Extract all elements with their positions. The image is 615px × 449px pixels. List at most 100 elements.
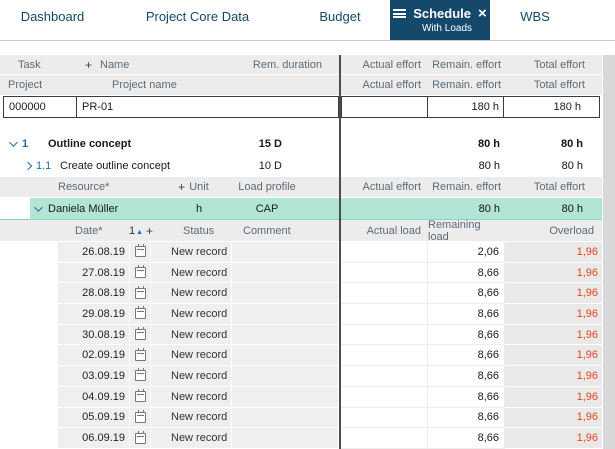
calendar-cell[interactable] [130,324,151,346]
calendar-cell[interactable] [130,242,151,263]
task-total-effort[interactable]: 80 h [505,155,602,177]
calendar-cell[interactable] [130,366,151,387]
task-remain-effort[interactable]: 80 h [428,133,505,155]
actual-load-cell[interactable] [341,324,428,346]
date-cell[interactable]: 26.08.19 [58,242,130,263]
project-remain-effort-field[interactable]: 180 h [427,96,504,118]
date-cell[interactable]: 02.09.19 [58,345,130,367]
actual-load-cell[interactable] [341,366,428,387]
remaining-load-cell[interactable]: 8,66 [428,366,505,387]
actual-load-cell[interactable] [341,428,428,449]
column-header-resource: Resource* [58,181,110,193]
chevron-down-icon[interactable] [9,138,18,147]
add-task-button[interactable]: + [85,58,92,72]
column-header-rem-duration: Rem. duration [252,58,322,71]
calendar-icon[interactable] [134,244,146,258]
tab-wbs[interactable]: WBS [490,0,580,40]
actual-load-cell[interactable] [341,304,428,325]
add-load-row-button[interactable]: + [146,224,153,238]
project-total-effort-field[interactable]: 180 h [503,96,600,118]
comment-cell[interactable] [232,407,339,429]
resource-remain-effort[interactable]: 80 h [428,198,505,219]
date-cell[interactable]: 05.09.19 [58,407,130,429]
remaining-load-cell[interactable]: 8,66 [428,324,505,346]
comment-cell[interactable] [232,428,339,449]
comment-cell[interactable] [232,283,339,305]
section-divider [339,55,341,449]
calendar-cell[interactable] [130,345,151,367]
resource-total-effort[interactable]: 80 h [505,198,602,219]
date-cell[interactable]: 04.09.19 [58,386,130,408]
add-resource-button[interactable]: + [178,180,185,194]
comment-cell[interactable] [232,324,339,346]
sort-asc-icon: ▲ [136,228,144,236]
comment-cell[interactable] [232,366,339,387]
task-number: 1 [22,138,29,150]
task-row[interactable]: 1 Outline concept 15 D 80 h 80 h [0,133,602,155]
calendar-icon[interactable] [134,389,146,403]
project-id-field[interactable]: 000000 [3,96,77,118]
calendar-icon[interactable] [134,368,146,382]
actual-load-cell[interactable] [341,407,428,429]
resource-actual-effort[interactable] [341,198,428,219]
calendar-icon[interactable] [134,327,146,341]
tab-schedule[interactable]: Schedule × With Loads [390,0,490,40]
close-icon[interactable]: × [478,6,487,21]
calendar-icon[interactable] [134,306,146,320]
vertical-scrollbar[interactable] [602,55,615,449]
overload-cell: 1,96 [505,407,602,429]
calendar-cell[interactable] [130,304,151,325]
date-cell[interactable]: 30.08.19 [58,324,130,346]
calendar-cell[interactable] [130,262,151,284]
remaining-load-cell[interactable]: 8,66 [428,428,505,449]
comment-cell[interactable] [232,242,339,263]
calendar-cell[interactable] [130,386,151,408]
calendar-icon[interactable] [134,265,146,279]
calendar-cell[interactable] [130,428,151,449]
date-cell[interactable]: 03.09.19 [58,366,130,387]
remaining-load-cell[interactable]: 8,66 [428,283,505,305]
comment-cell[interactable] [232,262,339,284]
remaining-load-cell[interactable]: 2,06 [428,242,505,263]
resource-row[interactable]: Daniela Müller h CAP 80 h 80 h [0,198,602,220]
sort-indicator[interactable]: 1▲ [129,225,143,237]
task-actual-effort[interactable] [341,155,428,177]
actual-load-cell[interactable] [341,386,428,408]
task-remain-effort[interactable]: 80 h [428,155,505,177]
project-name-field[interactable]: PR-01 [76,96,339,118]
remaining-load-cell[interactable]: 8,66 [428,304,505,325]
overload-cell: 1,96 [505,386,602,408]
task-actual-effort[interactable] [341,133,428,155]
comment-cell[interactable] [232,386,339,408]
tab-budget[interactable]: Budget [290,0,390,40]
date-cell[interactable]: 28.08.19 [58,283,130,305]
actual-load-cell[interactable] [341,242,428,263]
remaining-load-cell[interactable]: 8,66 [428,345,505,367]
calendar-icon[interactable] [134,347,146,361]
calendar-icon[interactable] [134,285,146,299]
tab-dashboard[interactable]: Dashboard [0,0,105,40]
comment-cell[interactable] [232,304,339,325]
chevron-right-icon[interactable] [23,161,33,171]
menu-icon[interactable] [393,9,407,18]
tab-project-core-data[interactable]: Project Core Data [105,0,290,40]
date-cell[interactable]: 27.08.19 [58,262,130,284]
date-cell[interactable]: 06.09.19 [58,428,130,449]
task-total-effort[interactable]: 80 h [505,133,602,155]
actual-load-cell[interactable] [341,283,428,305]
comment-cell[interactable] [232,345,339,367]
actual-load-cell[interactable] [341,262,428,284]
project-actual-effort-field[interactable] [341,96,428,118]
date-cell[interactable]: 29.08.19 [58,304,130,325]
actual-load-cell[interactable] [341,345,428,367]
remaining-load-cell[interactable]: 8,66 [428,386,505,408]
remaining-load-cell[interactable]: 8,66 [428,407,505,429]
calendar-cell[interactable] [130,283,151,305]
task-row[interactable]: 1.1 Create outline concept 10 D 80 h 80 … [0,155,602,177]
remaining-load-cell[interactable]: 8,66 [428,262,505,284]
calendar-cell[interactable] [130,407,151,429]
overload-cell: 1,96 [505,304,602,325]
calendar-icon[interactable] [134,409,146,423]
calendar-icon[interactable] [134,430,146,444]
chevron-down-icon[interactable] [34,202,43,212]
